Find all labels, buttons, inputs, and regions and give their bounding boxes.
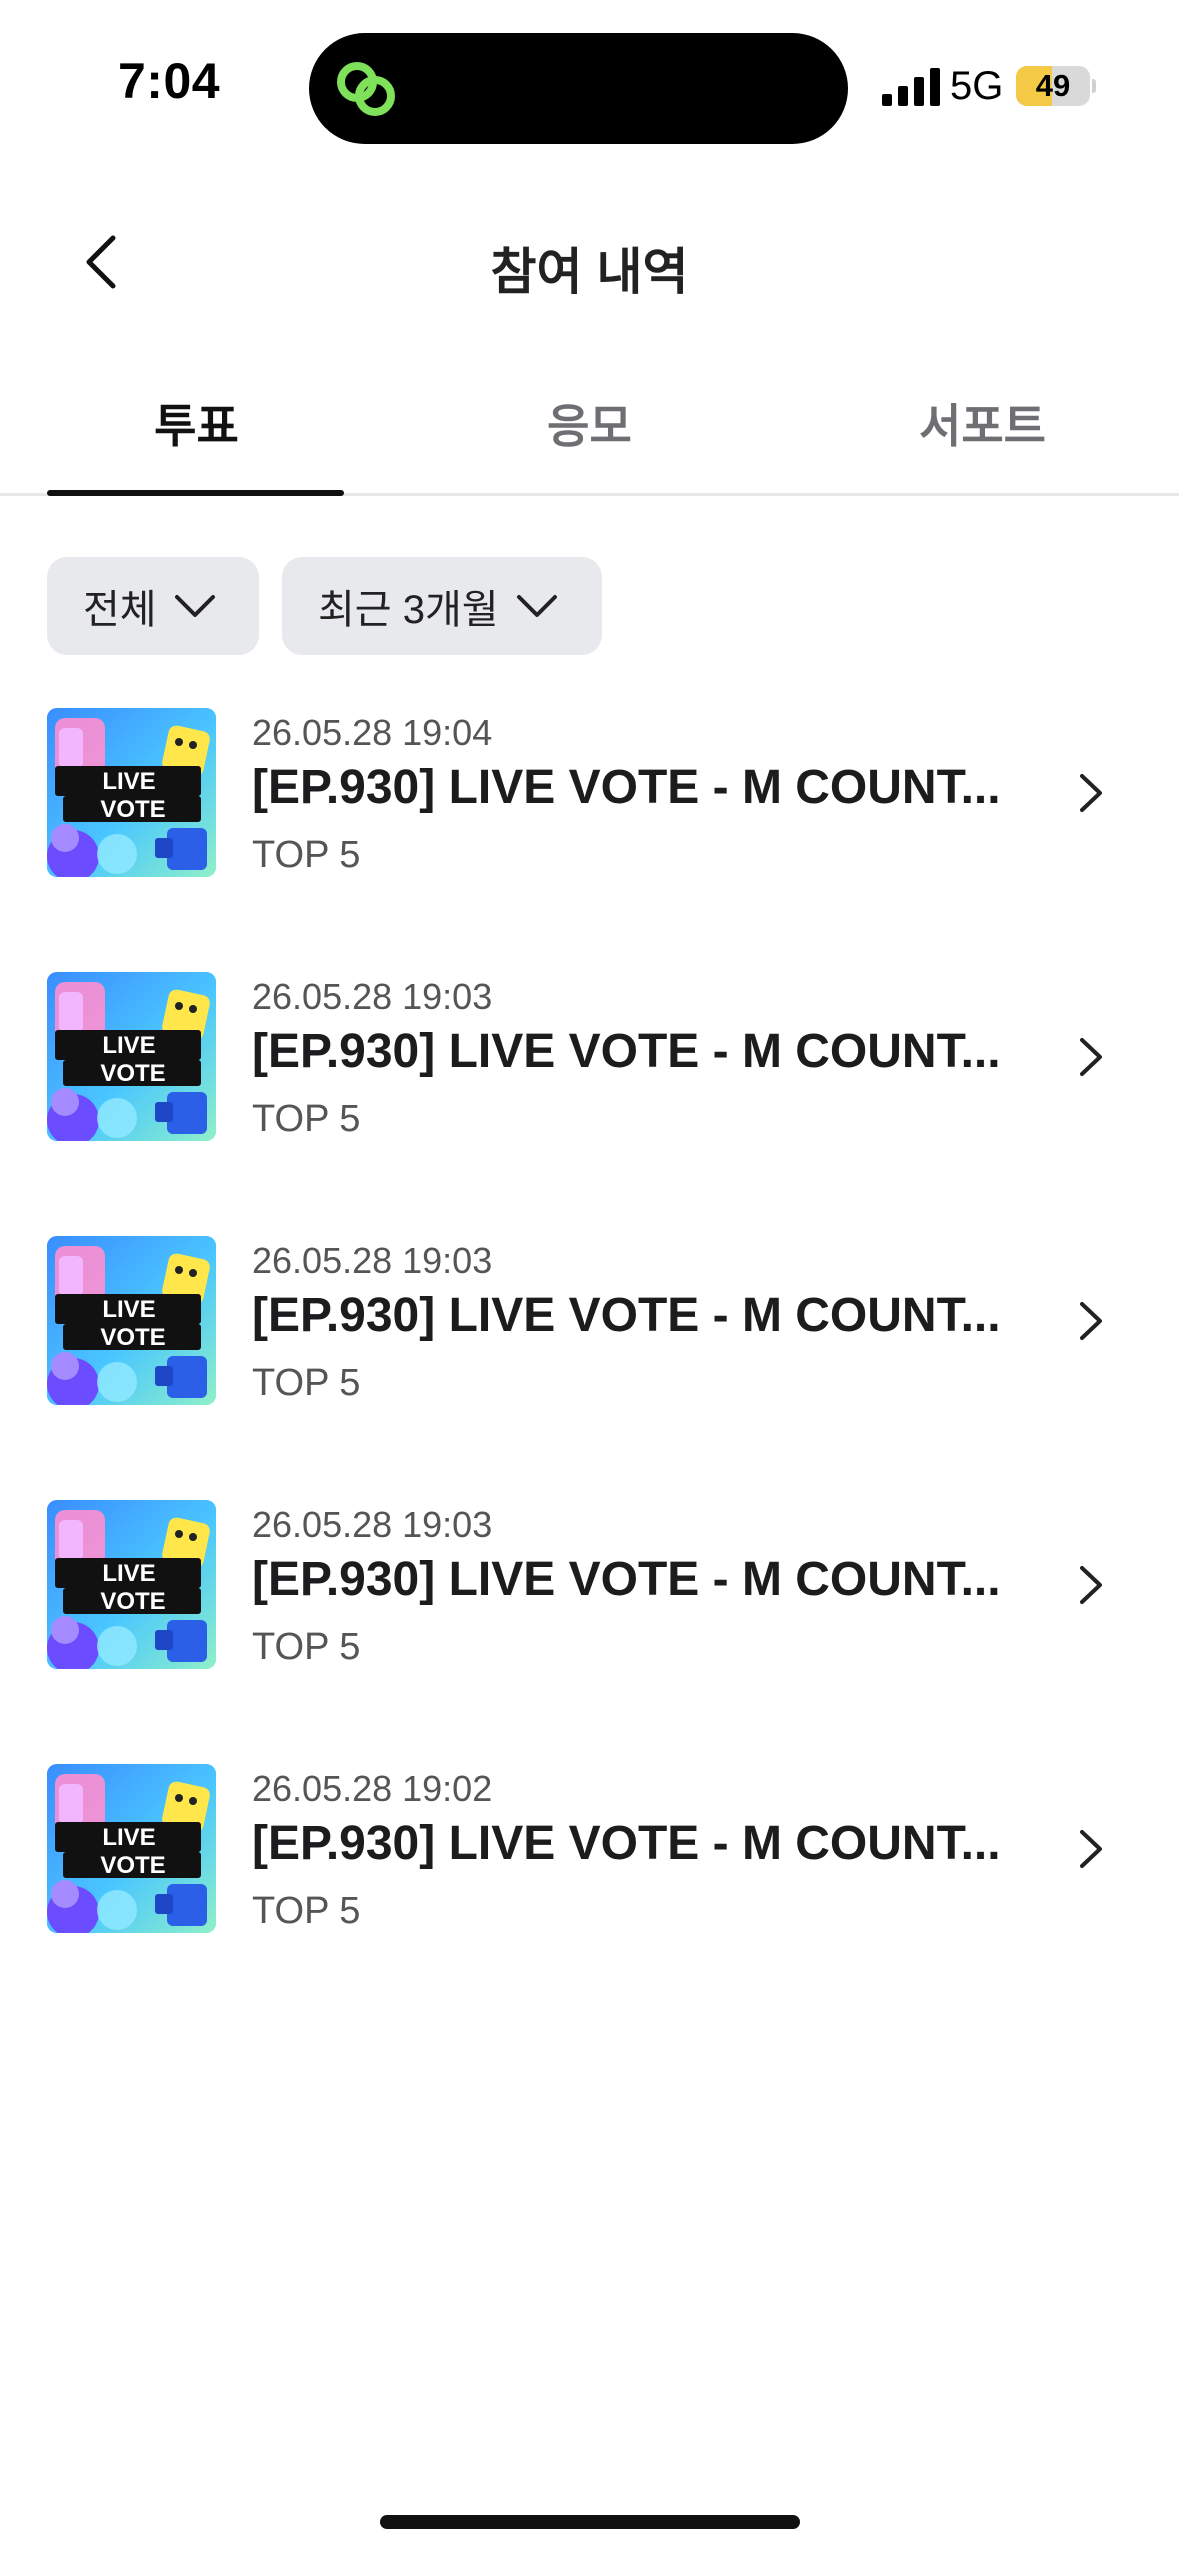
thumbnail-text-vote: VOTE [100, 1060, 165, 1087]
network-type: 5G [950, 64, 1004, 108]
filter-period-dropdown[interactable]: 최근 3개월 [282, 557, 602, 655]
thumbnail-text-vote: VOTE [100, 1852, 165, 1879]
item-title: [EP.930] LIVE VOTE - M COUNT... [252, 761, 1001, 814]
item-date: 26.05.28 19:04 [252, 712, 493, 753]
list-item[interactable]: LIVE VOTE 26.05.28 19:03 [EP.930] LIVE V… [0, 1500, 1179, 1700]
tab-support[interactable]: 서포트 [786, 370, 1179, 496]
cellular-signal-icon [882, 68, 940, 106]
item-subtitle: TOP 5 [252, 1362, 361, 1404]
item-date: 26.05.28 19:03 [252, 1504, 493, 1545]
thumbnail-text-live: LIVE [102, 1824, 155, 1851]
list-item[interactable]: LIVE VOTE 26.05.28 19:04 [EP.930] LIVE V… [0, 708, 1179, 908]
filter-type-label: 전체 [83, 588, 157, 632]
home-indicator[interactable] [380, 2515, 800, 2529]
status-bar: 7:04 5G 49 [0, 0, 1179, 180]
list-item[interactable]: LIVE VOTE 26.05.28 19:03 [EP.930] LIVE V… [0, 1236, 1179, 1436]
live-vote-thumbnail: LIVE VOTE [47, 1500, 216, 1669]
chevron-down-icon [174, 595, 215, 617]
battery-icon: 49 [1016, 66, 1096, 106]
live-vote-thumbnail: LIVE VOTE [47, 708, 216, 877]
thumbnail-text-live: LIVE [102, 1560, 155, 1587]
filter-period-label: 최근 3개월 [318, 588, 499, 632]
tab-entry[interactable]: 응모 [393, 370, 786, 496]
chevron-right-icon [1080, 774, 1102, 812]
item-subtitle: TOP 5 [252, 1098, 361, 1140]
filter-type-dropdown[interactable]: 전체 [47, 557, 259, 655]
thumbnail-text-live: LIVE [102, 1296, 155, 1323]
live-vote-thumbnail: LIVE VOTE [47, 1764, 216, 1933]
item-date: 26.05.28 19:03 [252, 1240, 493, 1281]
active-tab-indicator [47, 490, 344, 496]
chevron-right-icon [1080, 1830, 1102, 1868]
thumbnail-text-vote: VOTE [100, 1324, 165, 1351]
item-title: [EP.930] LIVE VOTE - M COUNT... [252, 1817, 1001, 1870]
thumbnail-text-vote: VOTE [100, 1588, 165, 1615]
chevron-down-icon [516, 595, 557, 617]
chevron-right-icon [1080, 1302, 1102, 1340]
thumbnail-text-live: LIVE [102, 768, 155, 795]
thumbnail-text-live: LIVE [102, 1032, 155, 1059]
item-title: [EP.930] LIVE VOTE - M COUNT... [252, 1025, 1001, 1078]
live-vote-thumbnail: LIVE VOTE [47, 1236, 216, 1405]
item-title: [EP.930] LIVE VOTE - M COUNT... [252, 1553, 1001, 1606]
item-title: [EP.930] LIVE VOTE - M COUNT... [252, 1289, 1001, 1342]
item-subtitle: TOP 5 [252, 834, 361, 876]
tab-vote[interactable]: 투표 [0, 370, 393, 496]
battery-level: 49 [1035, 68, 1071, 103]
list-item[interactable]: LIVE VOTE 26.05.28 19:02 [EP.930] LIVE V… [0, 1764, 1179, 1964]
status-time: 7:04 [118, 53, 221, 109]
tab-bar: 투표 응모 서포트 [0, 370, 1179, 496]
live-vote-thumbnail: LIVE VOTE [47, 972, 216, 1141]
thumbnail-text-vote: VOTE [100, 796, 165, 823]
item-subtitle: TOP 5 [252, 1890, 361, 1932]
page-title: 참여 내역 [490, 244, 689, 300]
dynamic-island[interactable] [309, 33, 848, 144]
chevron-right-icon [1080, 1038, 1102, 1076]
green-link-icon [337, 62, 395, 116]
item-date: 26.05.28 19:02 [252, 1768, 493, 1809]
chevron-right-icon [1080, 1566, 1102, 1604]
header: 참여 내역 [0, 180, 1179, 340]
list-item[interactable]: LIVE VOTE 26.05.28 19:03 [EP.930] LIVE V… [0, 972, 1179, 1172]
item-date: 26.05.28 19:03 [252, 976, 493, 1017]
item-subtitle: TOP 5 [252, 1626, 361, 1668]
